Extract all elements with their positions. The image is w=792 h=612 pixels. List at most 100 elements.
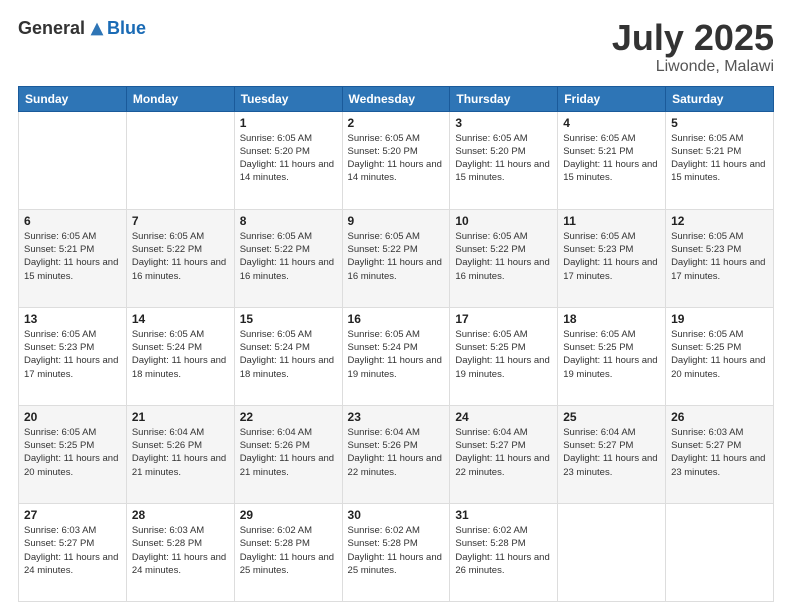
day-number: 17 bbox=[455, 312, 552, 326]
table-row: 22 Sunrise: 6:04 AM Sunset: 5:26 PM Dayli… bbox=[234, 405, 342, 503]
day-number: 30 bbox=[348, 508, 445, 522]
table-row: 10 Sunrise: 6:05 AM Sunset: 5:22 PM Dayli… bbox=[450, 209, 558, 307]
day-info: Sunrise: 6:05 AM Sunset: 5:21 PM Dayligh… bbox=[563, 132, 660, 185]
day-number: 22 bbox=[240, 410, 337, 424]
day-info: Sunrise: 6:03 AM Sunset: 5:27 PM Dayligh… bbox=[671, 426, 768, 479]
day-info: Sunrise: 6:05 AM Sunset: 5:23 PM Dayligh… bbox=[563, 230, 660, 283]
table-row: 17 Sunrise: 6:05 AM Sunset: 5:25 PM Dayli… bbox=[450, 307, 558, 405]
table-row: 23 Sunrise: 6:04 AM Sunset: 5:26 PM Dayli… bbox=[342, 405, 450, 503]
logo-icon bbox=[89, 21, 105, 37]
day-info: Sunrise: 6:05 AM Sunset: 5:22 PM Dayligh… bbox=[455, 230, 552, 283]
day-number: 1 bbox=[240, 116, 337, 130]
day-number: 2 bbox=[348, 116, 445, 130]
table-row: 2 Sunrise: 6:05 AM Sunset: 5:20 PM Daylig… bbox=[342, 111, 450, 209]
day-info: Sunrise: 6:05 AM Sunset: 5:22 PM Dayligh… bbox=[348, 230, 445, 283]
day-number: 14 bbox=[132, 312, 229, 326]
header-friday: Friday bbox=[558, 86, 666, 111]
day-info: Sunrise: 6:05 AM Sunset: 5:21 PM Dayligh… bbox=[671, 132, 768, 185]
day-number: 18 bbox=[563, 312, 660, 326]
table-row: 5 Sunrise: 6:05 AM Sunset: 5:21 PM Daylig… bbox=[666, 111, 774, 209]
day-number: 21 bbox=[132, 410, 229, 424]
calendar-week-4: 20 Sunrise: 6:05 AM Sunset: 5:25 PM Dayli… bbox=[19, 405, 774, 503]
table-row: 4 Sunrise: 6:05 AM Sunset: 5:21 PM Daylig… bbox=[558, 111, 666, 209]
day-info: Sunrise: 6:05 AM Sunset: 5:22 PM Dayligh… bbox=[132, 230, 229, 283]
table-row: 16Sunrise: 6:05 AM Sunset: 5:24 PM Dayli… bbox=[342, 307, 450, 405]
table-row: 19 Sunrise: 6:05 AM Sunset: 5:25 PM Dayli… bbox=[666, 307, 774, 405]
day-info: Sunrise: 6:05 AM Sunset: 5:25 PM Dayligh… bbox=[563, 328, 660, 381]
day-info: Sunrise: 6:02 AM Sunset: 5:28 PM Dayligh… bbox=[455, 524, 552, 577]
table-row: 11 Sunrise: 6:05 AM Sunset: 5:23 PM Dayli… bbox=[558, 209, 666, 307]
table-row: 1Sunrise: 6:05 AM Sunset: 5:20 PM Daylig… bbox=[234, 111, 342, 209]
logo: General Blue bbox=[18, 18, 146, 39]
header-wednesday: Wednesday bbox=[342, 86, 450, 111]
day-number: 28 bbox=[132, 508, 229, 522]
day-number: 31 bbox=[455, 508, 552, 522]
table-row: 14 Sunrise: 6:05 AM Sunset: 5:24 PM Dayli… bbox=[126, 307, 234, 405]
calendar-week-5: 27 Sunrise: 6:03 AM Sunset: 5:27 PM Dayli… bbox=[19, 503, 774, 601]
day-number: 24 bbox=[455, 410, 552, 424]
location-subtitle: Liwonde, Malawi bbox=[612, 58, 774, 76]
day-info: Sunrise: 6:05 AM Sunset: 5:25 PM Dayligh… bbox=[455, 328, 552, 381]
calendar-week-3: 13Sunrise: 6:05 AM Sunset: 5:23 PM Dayli… bbox=[19, 307, 774, 405]
day-info: Sunrise: 6:05 AM Sunset: 5:24 PM Dayligh… bbox=[348, 328, 445, 381]
table-row: 25Sunrise: 6:04 AM Sunset: 5:27 PM Dayli… bbox=[558, 405, 666, 503]
day-number: 13 bbox=[24, 312, 121, 326]
table-row: 31 Sunrise: 6:02 AM Sunset: 5:28 PM Dayli… bbox=[450, 503, 558, 601]
table-row: 29Sunrise: 6:02 AM Sunset: 5:28 PM Dayli… bbox=[234, 503, 342, 601]
day-info: Sunrise: 6:05 AM Sunset: 5:24 PM Dayligh… bbox=[132, 328, 229, 381]
table-row: 30 Sunrise: 6:02 AM Sunset: 5:28 PM Dayli… bbox=[342, 503, 450, 601]
calendar-week-1: 1 Sunrise: 6:05 AM Sunset: 5:20 PM Daylig… bbox=[19, 111, 774, 209]
table-row: 12 Sunrise: 6:05 AM Sunset: 5:23 PM Dayli… bbox=[666, 209, 774, 307]
day-info: Sunrise: 6:05 AM Sunset: 5:25 PM Dayligh… bbox=[24, 426, 121, 479]
day-info: Sunrise: 6:05 AM Sunset: 5:20 PM Dayligh… bbox=[455, 132, 552, 185]
day-number: 20 bbox=[24, 410, 121, 424]
header-thursday: Thursday bbox=[450, 86, 558, 111]
table-row: 24 Sunrise: 6:04 AM Sunset: 5:27 PM Dayli… bbox=[450, 405, 558, 503]
table-row: 27 Sunrise: 6:03 AM Sunset: 5:27 PM Dayli… bbox=[19, 503, 127, 601]
day-info: Sunrise: 6:05 AM Sunset: 5:20 PM Dayligh… bbox=[348, 132, 445, 185]
day-info: Sunrise: 6:04 AM Sunset: 5:27 PM Dayligh… bbox=[563, 426, 660, 479]
day-number: 5 bbox=[671, 116, 768, 130]
title-block: July 2025 Liwonde, Malawi bbox=[612, 18, 774, 76]
table-row: 28 Sunrise: 6:03 AM Sunset: 5:28 PM Dayli… bbox=[126, 503, 234, 601]
day-number: 9 bbox=[348, 214, 445, 228]
header-saturday: Saturday bbox=[666, 86, 774, 111]
day-info: Sunrise: 6:03 AM Sunset: 5:28 PM Dayligh… bbox=[132, 524, 229, 577]
day-info: Sunrise: 6:04 AM Sunset: 5:26 PM Dayligh… bbox=[348, 426, 445, 479]
day-number: 6 bbox=[24, 214, 121, 228]
day-number: 19 bbox=[671, 312, 768, 326]
day-info: Sunrise: 6:05 AM Sunset: 5:25 PM Dayligh… bbox=[671, 328, 768, 381]
calendar-week-2: 6Sunrise: 6:05 AM Sunset: 5:21 PM Daylig… bbox=[19, 209, 774, 307]
header-sunday: Sunday bbox=[19, 86, 127, 111]
table-row: 18 Sunrise: 6:05 AM Sunset: 5:25 PM Dayli… bbox=[558, 307, 666, 405]
day-number: 4 bbox=[563, 116, 660, 130]
header-tuesday: Tuesday bbox=[234, 86, 342, 111]
day-number: 11 bbox=[563, 214, 660, 228]
day-number: 8 bbox=[240, 214, 337, 228]
day-info: Sunrise: 6:03 AM Sunset: 5:27 PM Dayligh… bbox=[24, 524, 121, 577]
table-row: 21Sunrise: 6:04 AM Sunset: 5:26 PM Dayli… bbox=[126, 405, 234, 503]
day-info: Sunrise: 6:05 AM Sunset: 5:22 PM Dayligh… bbox=[240, 230, 337, 283]
table-row: 15Sunrise: 6:05 AM Sunset: 5:24 PM Dayli… bbox=[234, 307, 342, 405]
table-row: 26 Sunrise: 6:03 AM Sunset: 5:27 PM Dayli… bbox=[666, 405, 774, 503]
day-number: 3 bbox=[455, 116, 552, 130]
table-row bbox=[126, 111, 234, 209]
day-number: 7 bbox=[132, 214, 229, 228]
table-row: 7 Sunrise: 6:05 AM Sunset: 5:22 PM Daylig… bbox=[126, 209, 234, 307]
header-monday: Monday bbox=[126, 86, 234, 111]
day-number: 15 bbox=[240, 312, 337, 326]
table-row: 20 Sunrise: 6:05 AM Sunset: 5:25 PM Dayli… bbox=[19, 405, 127, 503]
day-info: Sunrise: 6:02 AM Sunset: 5:28 PM Dayligh… bbox=[348, 524, 445, 577]
logo-blue-text: Blue bbox=[107, 18, 146, 39]
day-number: 12 bbox=[671, 214, 768, 228]
table-row bbox=[666, 503, 774, 601]
day-info: Sunrise: 6:04 AM Sunset: 5:26 PM Dayligh… bbox=[240, 426, 337, 479]
day-number: 23 bbox=[348, 410, 445, 424]
day-number: 29 bbox=[240, 508, 337, 522]
day-info: Sunrise: 6:05 AM Sunset: 5:23 PM Dayligh… bbox=[671, 230, 768, 283]
calendar-header-row: Sunday Monday Tuesday Wednesday Thursday… bbox=[19, 86, 774, 111]
day-number: 26 bbox=[671, 410, 768, 424]
day-info: Sunrise: 6:04 AM Sunset: 5:27 PM Dayligh… bbox=[455, 426, 552, 479]
day-number: 27 bbox=[24, 508, 121, 522]
day-number: 10 bbox=[455, 214, 552, 228]
